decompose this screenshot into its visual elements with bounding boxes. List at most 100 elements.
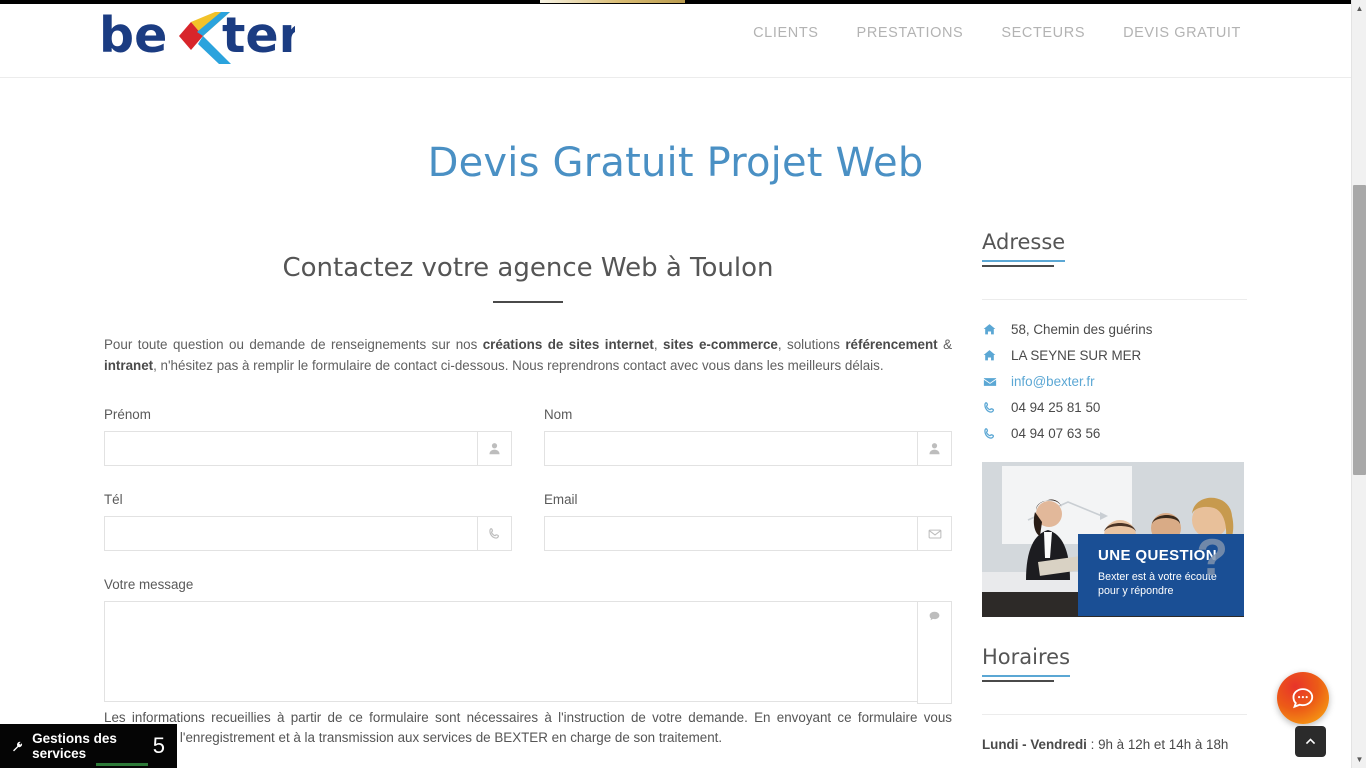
- svg-text:ter: ter: [222, 7, 295, 64]
- chat-bubble-button[interactable]: [1277, 672, 1329, 724]
- contact-text: 58, Chemin des guérins: [1011, 322, 1153, 337]
- horaires-title-rule: [982, 680, 1054, 682]
- field-group-email: Email: [544, 492, 952, 551]
- input-wrap-prenom: [104, 431, 512, 466]
- question-mark-icon: ?: [1196, 529, 1228, 587]
- main-column: Contactez votre agence Web à Toulon Pour…: [104, 230, 952, 748]
- label-prenom: Prénom: [104, 407, 151, 422]
- bexter-logo[interactable]: be ter: [99, 6, 295, 70]
- page-load-progress: [540, 0, 685, 3]
- horaires-days: Lundi - Vendredi: [982, 737, 1087, 752]
- intro-paragraph: Pour toute question ou demande de rensei…: [104, 334, 952, 376]
- section-heading: Contactez votre agence Web à Toulon: [282, 253, 774, 283]
- contact-form: Prénom Nom Tél Email Votre message Les i…: [104, 407, 952, 748]
- user-icon: [477, 431, 512, 466]
- user-icon: [917, 431, 952, 466]
- scrollbar-thumb[interactable]: [1353, 185, 1366, 475]
- site-header: be ter CLIENTS PRESTATIONS SECTEURS DEVI…: [0, 0, 1351, 78]
- horaires-block: Horaires Lundi - Vendredi : 9h à 12h et …: [982, 645, 1247, 752]
- contact-list: 58, Chemin des guérins LA SEYNE SUR MER: [982, 322, 1247, 441]
- form-row-contact: Tél Email: [104, 492, 952, 551]
- logo-svg: be ter: [99, 7, 295, 64]
- envelope-icon: [982, 375, 997, 389]
- email-input[interactable]: [544, 516, 917, 551]
- intro-bold-1: créations de sites internet: [482, 337, 654, 352]
- field-group-message: Votre message: [104, 577, 952, 704]
- service-badge-count: 5: [152, 733, 165, 758]
- nav-item-prestations[interactable]: PRESTATIONS: [857, 25, 964, 41]
- intro-part-4: &: [937, 337, 952, 352]
- tel-input[interactable]: [104, 516, 477, 551]
- nav-item-clients[interactable]: CLIENTS: [753, 25, 818, 41]
- service-badge-label: Gestions des services: [32, 731, 117, 761]
- promo-subtitle-line2: pour y répondre: [1098, 584, 1174, 597]
- message-textarea[interactable]: [104, 601, 917, 702]
- horaires-hours: : 9h à 12h et 14h à 18h: [1086, 737, 1229, 752]
- address-separator: [982, 299, 1247, 300]
- intro-bold-3: référencement: [845, 337, 938, 352]
- contact-item-phone-2: 04 94 07 63 56: [982, 426, 1247, 441]
- horaires-line: Lundi - Vendredi : 9h à 12h et 14h à 18h: [982, 737, 1247, 752]
- input-wrap-nom: [544, 431, 952, 466]
- contact-text: LA SEYNE SUR MER: [1011, 348, 1142, 363]
- intro-part-1: Pour toute question ou demande de rensei…: [104, 337, 483, 352]
- consent-paragraph: Les informations recueillies à partir de…: [104, 710, 952, 745]
- page-load-strip: [0, 0, 1351, 4]
- contact-item-street: 58, Chemin des guérins: [982, 322, 1247, 337]
- intro-part-5: , n'hésitez pas à remplir le formulaire …: [153, 358, 884, 373]
- promo-banner[interactable]: UNE QUESTION Bexter est à votre écoute p…: [982, 462, 1244, 617]
- address-title: Adresse: [982, 230, 1066, 262]
- phone-icon: [982, 427, 997, 440]
- page-viewport: be ter CLIENTS PRESTATIONS SECTEURS DEVI…: [0, 0, 1351, 768]
- email-link[interactable]: info@bexter.fr: [1011, 374, 1095, 389]
- nav-item-secteurs[interactable]: SECTEURS: [1001, 25, 1085, 41]
- label-nom: Nom: [544, 407, 573, 422]
- service-badge[interactable]: Gestions des services 5: [0, 724, 177, 768]
- contact-item-phone-1: 04 94 25 81 50: [982, 400, 1247, 415]
- input-wrap-tel: [104, 516, 512, 551]
- label-tel: Tél: [104, 492, 123, 507]
- intro-bold-2: sites e-commerce: [663, 337, 778, 352]
- prenom-input[interactable]: [104, 431, 477, 466]
- phone-icon: [982, 401, 997, 414]
- horaires-separator: [982, 714, 1247, 715]
- heading-divider: [493, 301, 563, 303]
- horaires-title: Horaires: [982, 645, 1071, 677]
- contact-item-email: info@bexter.fr: [982, 374, 1247, 389]
- page-title: Devis Gratuit Projet Web: [427, 140, 924, 186]
- home-icon: [982, 323, 997, 336]
- field-group-nom: Nom: [544, 407, 952, 466]
- input-wrap-email: [544, 516, 952, 551]
- envelope-icon: [917, 516, 952, 551]
- service-badge-bar: [96, 763, 148, 766]
- comment-icon: [917, 601, 952, 704]
- vertical-scrollbar[interactable]: ▲ ▼: [1351, 0, 1366, 768]
- address-block: Adresse 58, Chemin des guérins LA SEYNE …: [982, 230, 1247, 441]
- input-wrap-message: [104, 601, 952, 704]
- chat-icon: [1292, 688, 1314, 709]
- home-icon: [982, 349, 997, 362]
- label-email: Email: [544, 492, 578, 507]
- main-navigation: CLIENTS PRESTATIONS SECTEURS DEVIS GRATU…: [753, 25, 1241, 41]
- contact-item-city: LA SEYNE SUR MER: [982, 348, 1247, 363]
- scrollbar-down-arrow[interactable]: ▼: [1352, 751, 1366, 768]
- sidebar: Adresse 58, Chemin des guérins LA SEYNE …: [982, 230, 1247, 752]
- scrollbar-up-arrow[interactable]: ▲: [1352, 0, 1366, 17]
- intro-part-3: , solutions: [777, 337, 846, 352]
- form-row-names: Prénom Nom: [104, 407, 952, 466]
- contact-text: 04 94 07 63 56: [1011, 426, 1101, 441]
- phone-icon: [477, 516, 512, 551]
- scroll-to-top-button[interactable]: [1295, 726, 1326, 757]
- chevron-up-icon: [1305, 738, 1316, 745]
- field-group-prenom: Prénom: [104, 407, 512, 466]
- label-message: Votre message: [104, 577, 194, 592]
- field-group-tel: Tél: [104, 492, 512, 551]
- address-title-rule: [982, 265, 1054, 267]
- nav-item-devis-gratuit[interactable]: DEVIS GRATUIT: [1123, 25, 1241, 41]
- wrench-icon: [13, 741, 23, 751]
- intro-bold-4: intranet: [104, 358, 154, 373]
- nom-input[interactable]: [544, 431, 917, 466]
- intro-part-2: ,: [653, 337, 664, 352]
- contact-text: 04 94 25 81 50: [1011, 400, 1101, 415]
- svg-text:be: be: [99, 7, 167, 64]
